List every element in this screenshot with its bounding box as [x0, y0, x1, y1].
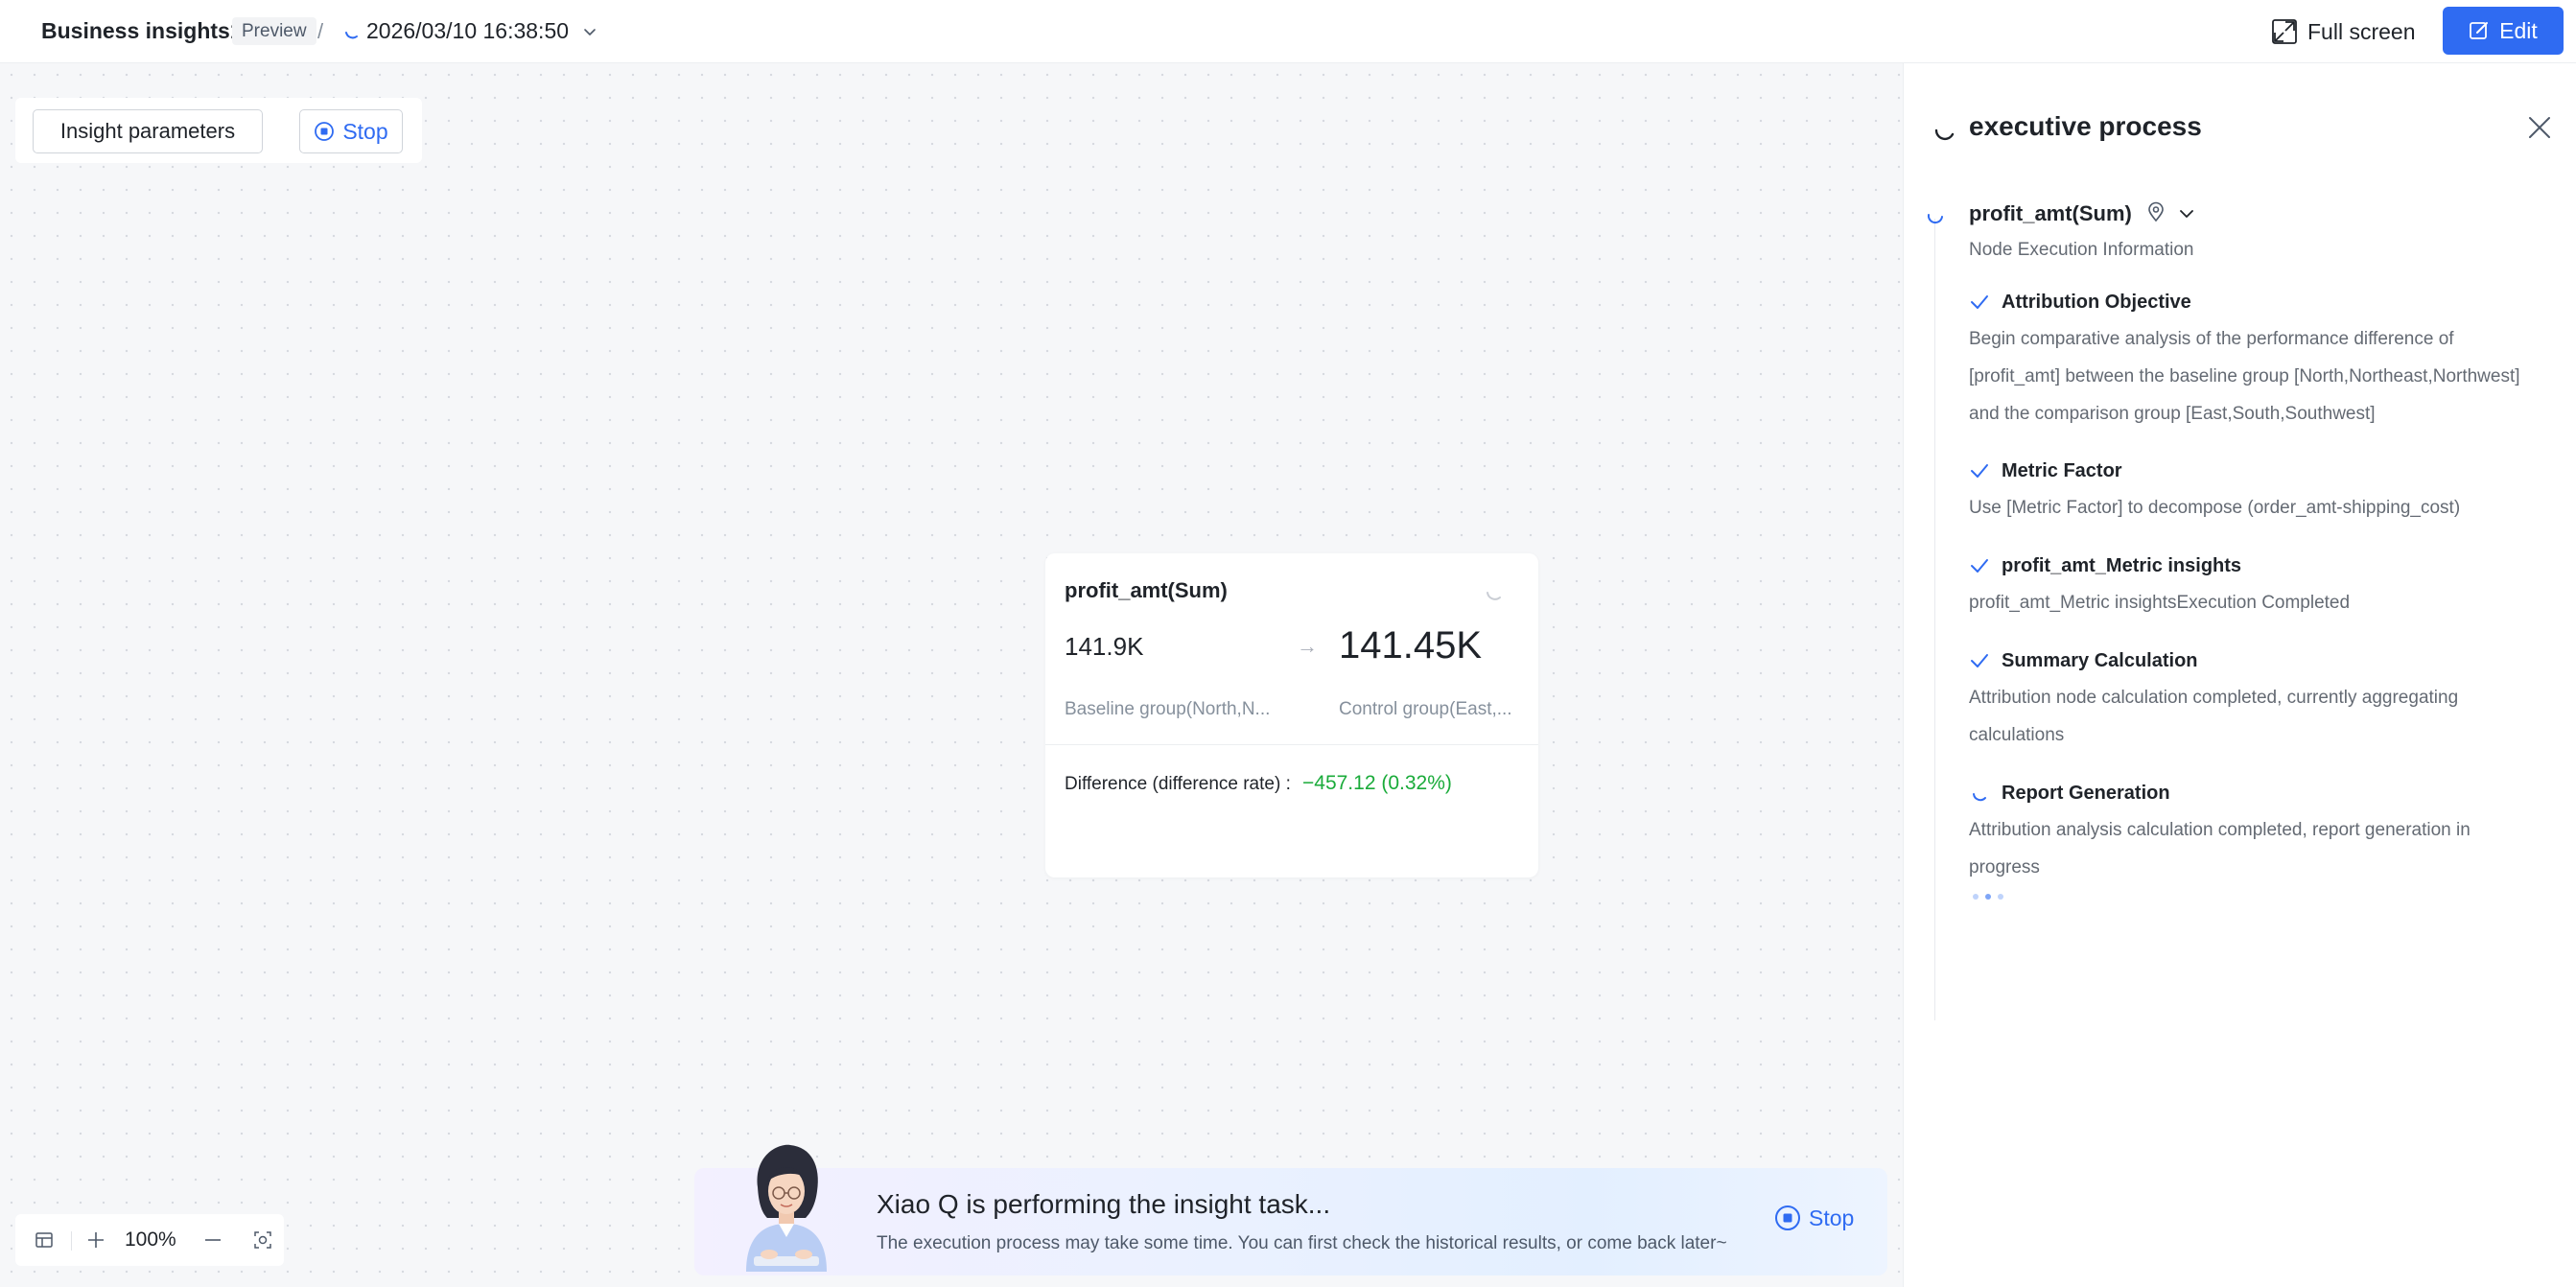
- task-progress-banner: Xiao Q is performing the insight task...…: [694, 1144, 1887, 1275]
- check-icon: [1971, 295, 1988, 309]
- check-icon: [1971, 559, 1988, 573]
- baseline-group-label: Baseline group(North,N...: [1065, 699, 1271, 719]
- stop-icon: [1775, 1205, 1800, 1230]
- zoom-level: 100%: [125, 1228, 176, 1251]
- assistant-avatar: [746, 1144, 827, 1272]
- loading-spinner-icon: [345, 32, 358, 39]
- toolbar-divider: [71, 1231, 72, 1251]
- step-description: Use [Metric Factor] to decompose (order_…: [1969, 498, 2461, 518]
- page-title: Business insights1: [41, 18, 243, 43]
- loading-spinner-icon: [1973, 793, 1986, 802]
- fit-view-button[interactable]: [253, 1230, 272, 1250]
- banner-stop-button[interactable]: Stop: [1774, 1205, 1854, 1231]
- node-title: profit_amt(Sum): [1969, 201, 2132, 225]
- metric-node-card[interactable]: profit_amt(Sum) 141.9K → 141.45K Baselin…: [1045, 553, 1538, 878]
- check-icon: [1971, 654, 1988, 667]
- step-title: Report Generation: [2002, 783, 2170, 804]
- edit-label: Edit: [2499, 17, 2538, 43]
- breadcrumb-separator: /: [317, 19, 324, 43]
- loading-spinner-icon: [1927, 214, 1943, 224]
- step-description: profit_amt_Metric insightsExecution Comp…: [1969, 593, 2351, 613]
- chevron-down-icon[interactable]: [581, 23, 598, 40]
- banner-stop-label: Stop: [1809, 1205, 1855, 1230]
- close-icon[interactable]: [2525, 113, 2554, 142]
- loading-spinner-icon: [1487, 592, 1501, 600]
- edit-button[interactable]: Edit: [2443, 7, 2564, 55]
- banner-subtitle: The execution process may take some time…: [877, 1233, 1727, 1253]
- top-bar: Business insights1 Preview / 2026/03/10 …: [0, 0, 2576, 63]
- run-datetime-selector[interactable]: 2026/03/10 16:38:50: [366, 18, 569, 44]
- execution-process-panel: executive process profit_amt(Sum) Node E…: [1903, 63, 2576, 1287]
- step-description: Begin comparative analysis of the perfor…: [1969, 329, 2520, 424]
- insight-canvas[interactable]: Insight parameters Stop profit_amt(Sum) …: [0, 63, 1903, 1287]
- difference-value: −457.12 (0.32%): [1302, 772, 1452, 794]
- control-group-label: Control group(East,...: [1339, 699, 1512, 719]
- timeline-line: [1934, 219, 1935, 1020]
- zoom-out-button[interactable]: [203, 1230, 222, 1250]
- metric-card-title: profit_amt(Sum): [1065, 578, 1228, 602]
- step-description: Attribution analysis calculation complet…: [1969, 820, 2471, 878]
- minimap-button[interactable]: [35, 1230, 54, 1250]
- node-info-label: Node Execution Information: [1969, 240, 2194, 260]
- canvas-toolbar: Insight parameters Stop: [15, 98, 422, 163]
- insight-parameters-button[interactable]: Insight parameters: [33, 109, 263, 153]
- stop-icon: [315, 122, 335, 141]
- step-description: Attribution node calculation completed, …: [1969, 688, 2459, 745]
- zoom-toolbar: 100%: [15, 1214, 284, 1266]
- loading-spinner-icon: [1934, 129, 1955, 141]
- panel-title: executive process: [1969, 111, 2202, 141]
- card-divider: [1045, 744, 1538, 745]
- banner-title: Xiao Q is performing the insight task...: [877, 1189, 1331, 1219]
- fullscreen-button[interactable]: Full screen: [2271, 14, 2415, 49]
- step-title: profit_amt_Metric insights: [2002, 555, 2242, 576]
- step-title: Attribution Objective: [2002, 292, 2191, 313]
- loading-dots-icon: [1973, 894, 2003, 900]
- fullscreen-icon: [2272, 19, 2297, 44]
- check-icon: [1971, 464, 1988, 478]
- difference-label: Difference (difference rate) :: [1065, 774, 1291, 794]
- stop-label: Stop: [342, 118, 388, 144]
- preview-badge: Preview: [232, 17, 316, 45]
- control-value: 141.45K: [1339, 624, 1483, 667]
- edit-icon: [2470, 22, 2489, 39]
- step-title: Summary Calculation: [2002, 650, 2198, 671]
- baseline-value: 141.9K: [1065, 632, 1144, 661]
- fit-view-icon: [254, 1231, 271, 1249]
- location-pin-icon[interactable]: [2145, 201, 2166, 222]
- minimap-icon: [35, 1232, 53, 1248]
- fullscreen-label: Full screen: [2307, 18, 2416, 44]
- plus-icon: [88, 1232, 104, 1248]
- minus-icon: [205, 1239, 221, 1241]
- arrow-right-icon: →: [1297, 634, 1318, 658]
- chevron-down-icon[interactable]: [2176, 203, 2197, 224]
- stop-button[interactable]: Stop: [299, 109, 403, 153]
- step-title: Metric Factor: [2002, 460, 2122, 481]
- zoom-in-button[interactable]: [86, 1230, 105, 1250]
